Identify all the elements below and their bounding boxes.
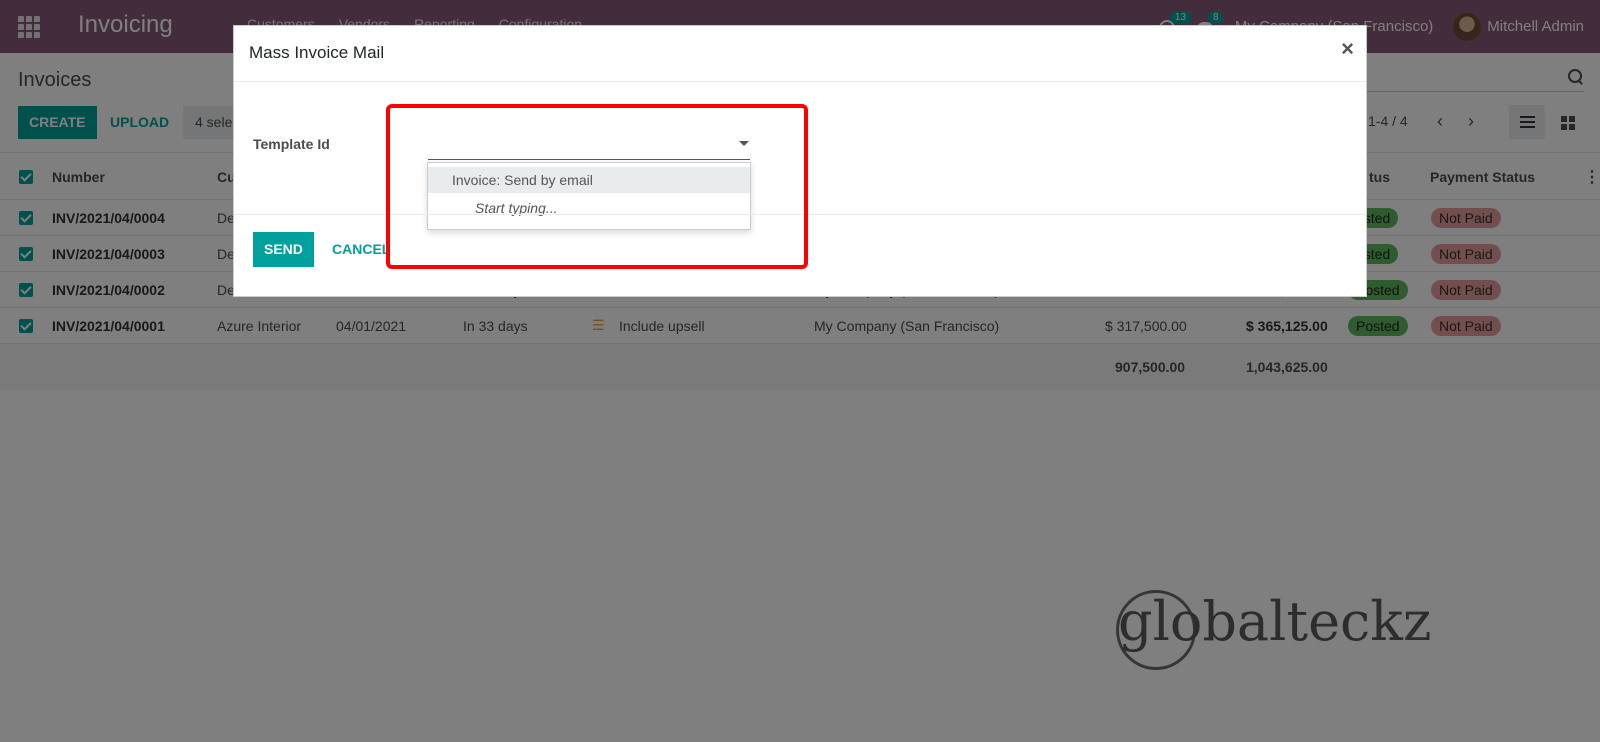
close-icon[interactable]: × — [1341, 38, 1354, 60]
dropdown-option-send-by-email[interactable]: Invoice: Send by email — [428, 167, 750, 193]
template-id-input[interactable] — [428, 130, 750, 160]
template-id-label: Template Id — [253, 136, 330, 152]
mass-invoice-mail-dialog: Mass Invoice Mail × Template Id Invoice:… — [233, 25, 1367, 297]
modal-header: Mass Invoice Mail × — [234, 26, 1366, 82]
chevron-down-icon[interactable] — [739, 141, 749, 146]
modal-title: Mass Invoice Mail — [249, 43, 385, 62]
modal-footer: SEND CANCEL — [234, 214, 1366, 298]
send-button[interactable]: SEND — [253, 232, 314, 267]
cancel-button[interactable]: CANCEL — [324, 232, 398, 267]
